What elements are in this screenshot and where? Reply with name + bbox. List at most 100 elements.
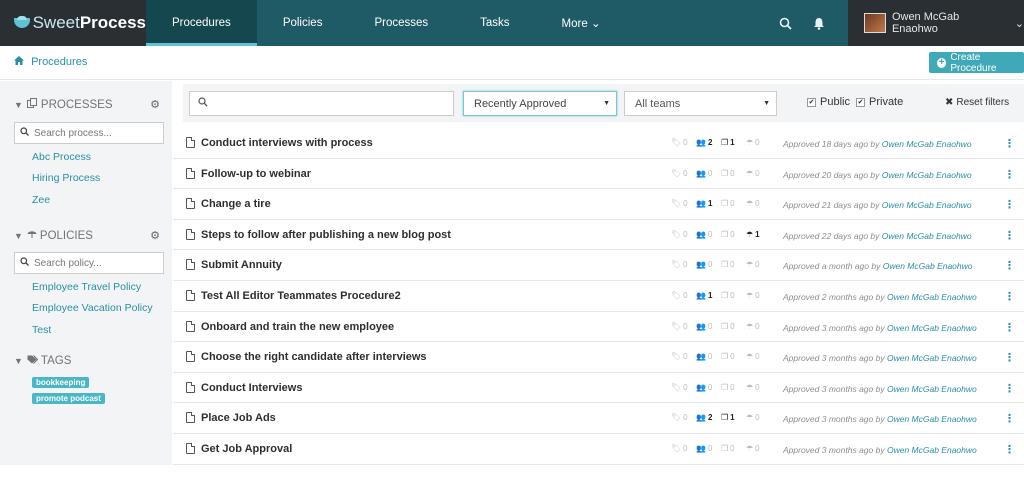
more-options-icon[interactable]: ⋮ [1004,198,1015,211]
approval-info: Approved 3 months ago by Owen McGab Enao… [783,353,977,364]
more-options-icon[interactable]: ⋮ [1004,321,1015,334]
chevron-down-icon: ▼ [14,99,23,110]
processes-section-header[interactable]: ▼ PROCESSES ⚙ [14,98,160,111]
approver-link[interactable]: Owen McGab Enaohwo [882,231,972,241]
approver-link[interactable]: Owen McGab Enaohwo [887,414,977,424]
search-icon[interactable] [768,0,802,46]
approver-link[interactable]: Owen McGab Enaohwo [887,353,977,363]
process-link[interactable]: Hiring Process [32,172,100,184]
nav-tasks[interactable]: Tasks [454,0,535,46]
sort-select[interactable]: Recently Approved ▼ [463,91,617,116]
procedure-title[interactable]: Change a tire [201,198,271,210]
table-row[interactable]: Place Job Ads 🏷 0 👥 2 ❐ 1 ☂ 0 Approved 3 mon… [173,403,1024,434]
nav-more[interactable]: More ⌄ [536,0,627,46]
avatar [864,13,886,33]
tag-icon: 🏷 [671,321,682,331]
procedure-title[interactable]: Submit Annuity [201,259,282,271]
private-checkbox[interactable]: ✔ Private [856,96,903,108]
breadcrumb[interactable]: Procedures [14,56,87,68]
table-row[interactable]: Submit Annuity 🏷 0 👥 0 ❐ 0 ☂ 0 Approved a mo… [173,250,1024,281]
create-procedure-button[interactable]: + Create Procedure [929,52,1024,74]
policy-link[interactable]: Test [32,324,51,336]
search-policy-input[interactable]: Search policy... [14,252,164,274]
more-options-icon[interactable]: ⋮ [1004,382,1015,395]
gear-icon[interactable]: ⚙ [150,229,160,242]
table-row[interactable]: Change a tire 🏷 0 👥 1 ❐ 0 ☂ 0 Approved 21 da… [173,189,1024,220]
process-count: ❐ 1 [721,138,735,147]
procedure-title[interactable]: Place Job Ads [201,412,276,424]
user-menu[interactable]: Owen McGab Enaohwo ⌄ [848,0,1024,46]
nav-processes[interactable]: Processes [348,0,454,46]
approver-link[interactable]: Owen McGab Enaohwo [887,384,977,394]
procedure-title[interactable]: Onboard and train the new employee [201,321,394,333]
more-options-icon[interactable]: ⋮ [1004,137,1015,150]
policy-link[interactable]: Employee Vacation Policy [32,302,153,314]
process-link[interactable]: Zee [32,194,50,206]
tag-icon [27,355,39,367]
procedure-title[interactable]: Choose the right candidate after intervi… [201,351,427,363]
more-options-icon[interactable]: ⋮ [1004,168,1015,181]
team-select[interactable]: All teams ▼ [624,91,777,116]
table-row[interactable]: Conduct Interviews 🏷 0 👥 0 ❐ 0 ☂ 0 Approved … [173,373,1024,404]
procedure-title[interactable]: Test All Editor Teammates Procedure2 [201,290,401,302]
procedure-search-input[interactable] [189,91,454,116]
reset-filters-button[interactable]: ✖ Reset filters [945,97,1009,108]
gear-icon[interactable]: ⚙ [150,98,160,111]
process-link[interactable]: Abc Process [32,151,91,163]
nav-procedures[interactable]: Procedures [146,0,257,46]
more-options-icon[interactable]: ⋮ [1004,351,1015,364]
umbrella-icon: ☂ [746,443,754,453]
approval-info: Approved 3 months ago by Owen McGab Enao… [783,414,977,425]
tag-icon: 🏷 [671,382,682,392]
more-options-icon[interactable]: ⋮ [1004,290,1015,303]
table-row[interactable]: Choose the right candidate after intervi… [173,342,1024,373]
tag-bookkeeping[interactable]: bookkeeping [32,377,90,388]
filter-bar: Recently Approved ▼ All teams ▼ ✔ Public… [183,84,1024,122]
team-count: 👥 1 [696,199,713,209]
public-checkbox[interactable]: ✔ Public [807,96,850,108]
approver-link[interactable]: Owen McGab Enaohwo [882,200,972,210]
caret-down-icon: ▼ [763,100,770,107]
procedure-title[interactable]: Conduct Interviews [201,382,302,394]
more-options-icon[interactable]: ⋮ [1004,259,1015,272]
tag-promote-podcast[interactable]: promote podcast [32,393,105,404]
policy-link[interactable]: Employee Travel Policy [32,281,141,293]
more-options-icon[interactable]: ⋮ [1004,443,1015,456]
approver-link[interactable]: Owen McGab Enaohwo [887,323,977,333]
umbrella-icon: ☂ [746,138,754,147]
approver-link[interactable]: Owen McGab Enaohwo [882,170,972,180]
users-icon: 👥 [696,138,706,147]
table-row[interactable]: Steps to follow after publishing a new b… [173,220,1024,251]
table-row[interactable]: Test All Editor Teammates Procedure2 🏷 0 … [173,281,1024,312]
approval-info: Approved 22 days ago by Owen McGab Enaoh… [783,230,972,241]
approver-link[interactable]: Owen McGab Enaohwo [887,445,977,455]
tags-section-header[interactable]: ▼ TAGS [14,355,160,367]
nav-policies[interactable]: Policies [257,0,349,46]
procedure-title[interactable]: Steps to follow after publishing a new b… [201,229,451,241]
policies-section-header[interactable]: ▼ POLICIES ⚙ [14,229,160,243]
umbrella-icon: ☂ [746,352,754,362]
table-row[interactable]: Conduct interviews with process 🏷 0 👥 2 ❐ 1… [173,128,1024,159]
search-process-input[interactable]: Search process... [14,122,164,144]
table-row[interactable]: Get Job Approval 🏷 0 👥 0 ❐ 0 ☂ 0 Approved 3 … [173,434,1024,465]
sweetprocess-logo[interactable]: Sweet Process [0,0,146,46]
umbrella-icon: ☂ [746,260,754,270]
procedure-title[interactable]: Follow-up to webinar [201,168,311,180]
approver-link[interactable]: Owen McGab Enaohwo [883,261,973,271]
umbrella-icon: ☂ [746,290,754,300]
procedure-title[interactable]: Conduct interviews with process [201,137,373,149]
procedure-title[interactable]: Get Job Approval [201,443,292,455]
table-row[interactable]: Onboard and train the new employee 🏷 0 👥 0… [173,312,1024,343]
policy-count: ☂ 0 [746,321,760,331]
bell-icon[interactable] [802,0,836,46]
more-options-icon[interactable]: ⋮ [1004,412,1015,425]
approver-link[interactable]: Owen McGab Enaohwo [887,292,977,302]
approver-link[interactable]: Owen McGab Enaohwo [882,139,972,149]
table-row[interactable]: Follow-up to webinar 🏷 0 👥 0 ❐ 0 ☂ 0 Approve… [173,159,1024,190]
logo-text-process: Process [79,13,146,32]
more-options-icon[interactable]: ⋮ [1004,229,1015,242]
procedure-counts: 🏷 0 👥 1 ❐ 0 ☂ 0 [671,291,771,300]
processes-icon: ❐ [721,138,729,147]
team-count: 👥 2 [696,138,713,147]
approval-info: Approved 3 months ago by Owen McGab Enao… [783,444,977,455]
